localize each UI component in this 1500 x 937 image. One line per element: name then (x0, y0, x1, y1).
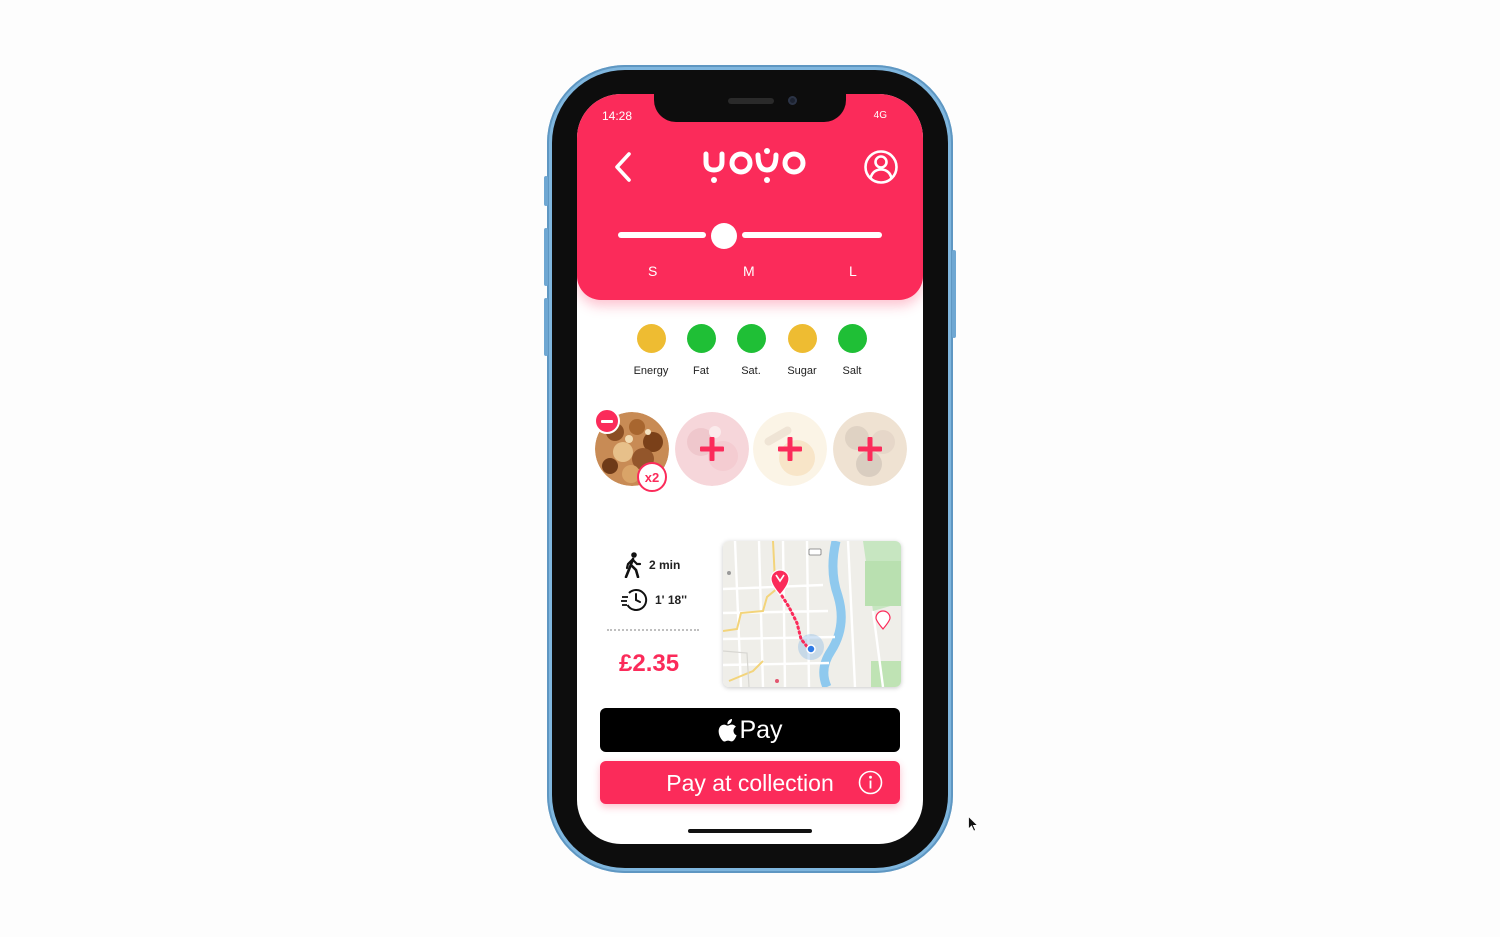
size-option-s[interactable]: S (648, 263, 658, 279)
nutrition-dot (686, 324, 716, 353)
apple-pay-button[interactable]: Pay (600, 708, 900, 752)
profile-icon[interactable] (863, 149, 899, 185)
divider (607, 629, 699, 631)
size-option-l[interactable]: L (849, 263, 857, 279)
volume-down-button (544, 298, 548, 356)
prep-time-row: 1' 18'' (621, 587, 687, 613)
nutrition-label: Salt (842, 365, 862, 377)
size-option-m[interactable]: M (743, 263, 755, 279)
brand-logo: yogo (703, 148, 806, 183)
apple-logo-icon (719, 719, 738, 742)
mouse-cursor-icon (968, 816, 978, 832)
topping-quantity-badge: x2 (637, 462, 667, 492)
add-topping-icon[interactable] (675, 412, 749, 486)
slider-thumb[interactable] (711, 223, 737, 249)
app-header: 14:28 4G yogo S (577, 94, 923, 300)
order-price: £2.35 (619, 650, 680, 677)
status-network: 4G (873, 110, 887, 121)
app-screen: 14:28 4G yogo S (577, 94, 923, 844)
nutrition-dot (636, 324, 666, 353)
back-icon[interactable] (609, 150, 637, 184)
walking-icon (624, 552, 642, 578)
walk-time: 2 min (649, 558, 681, 572)
slider-track-right (742, 232, 882, 238)
store-location-map[interactable] (723, 541, 901, 687)
nutrition-dot (736, 324, 766, 353)
power-button (952, 250, 956, 338)
volume-up-button (544, 228, 548, 286)
remove-topping-button[interactable] (594, 408, 620, 434)
add-topping-icon[interactable] (753, 412, 827, 486)
pay-at-collection-button[interactable]: Pay at collection (600, 761, 900, 804)
nutrition-dot (837, 324, 867, 353)
status-time: 14:28 (602, 109, 633, 123)
add-topping-icon[interactable] (833, 412, 907, 486)
size-slider[interactable] (618, 222, 882, 249)
home-indicator[interactable] (688, 829, 812, 833)
silent-switch (544, 176, 548, 206)
nutrition-dot (787, 324, 817, 353)
history-clock-icon (621, 588, 648, 611)
walk-time-row: 2 min (623, 552, 680, 578)
nutrition-salt: Salt (822, 324, 882, 377)
info-icon[interactable] (858, 770, 883, 795)
prep-time: 1' 18'' (655, 593, 687, 607)
pay-at-collection-label: Pay at collection (666, 770, 834, 796)
slider-track-left (618, 232, 706, 238)
front-camera (788, 96, 797, 105)
apple-pay-label: Pay (739, 715, 783, 744)
notch (654, 94, 846, 122)
speaker-grille (728, 98, 774, 104)
